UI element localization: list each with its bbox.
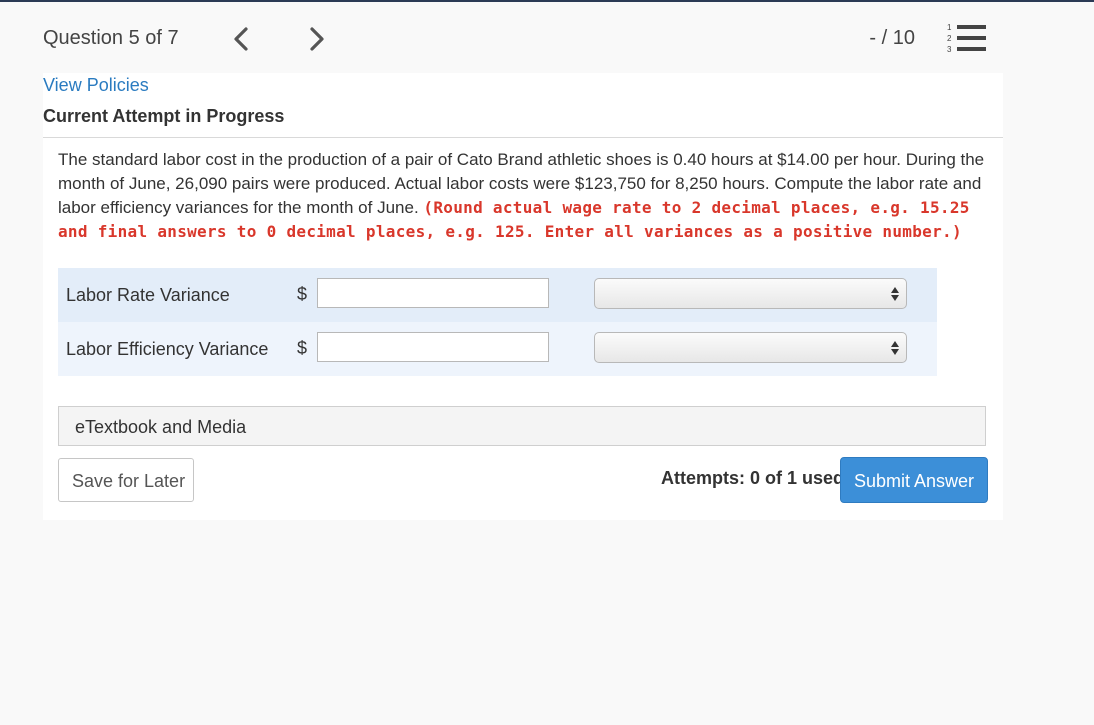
labor-rate-variance-input[interactable] bbox=[317, 278, 549, 308]
next-question-button[interactable] bbox=[305, 24, 329, 54]
updown-arrows-icon bbox=[891, 287, 899, 301]
labor-rate-variance-select[interactable] bbox=[594, 278, 907, 309]
etextbook-media-label: eTextbook and Media bbox=[75, 417, 247, 437]
labor-rate-variance-label: Labor Rate Variance bbox=[66, 285, 230, 305]
view-policies-link[interactable]: View Policies bbox=[43, 75, 149, 96]
previous-question-button[interactable] bbox=[229, 24, 253, 54]
question-counter: Question 5 of 7 bbox=[43, 27, 179, 49]
top-accent-line bbox=[0, 0, 1094, 2]
labor-rate-variance-row: Labor Rate Variance $ bbox=[58, 268, 937, 322]
chevron-right-icon bbox=[310, 27, 324, 51]
attempt-status-title: Current Attempt in Progress bbox=[43, 106, 285, 126]
problem-statement: The standard labor cost in the productio… bbox=[58, 148, 993, 244]
list-digit-2: 2 bbox=[947, 34, 952, 43]
list-digit-1: 1 bbox=[947, 23, 952, 32]
save-for-later-label: Save for Later bbox=[72, 471, 186, 491]
currency-symbol: $ bbox=[297, 338, 308, 358]
question-list-button[interactable]: 1 2 3 bbox=[945, 22, 987, 54]
labor-efficiency-variance-select[interactable] bbox=[594, 332, 907, 363]
question-card: View Policies Current Attempt in Progres… bbox=[43, 73, 1003, 520]
labor-efficiency-variance-row: Labor Efficiency Variance $ bbox=[58, 322, 937, 376]
currency-symbol: $ bbox=[297, 284, 308, 304]
etextbook-media-toggle[interactable]: eTextbook and Media bbox=[58, 406, 986, 446]
updown-arrows-icon bbox=[891, 341, 899, 355]
attempts-counter: Attempts: 0 of 1 used bbox=[661, 468, 845, 488]
save-for-later-button[interactable]: Save for Later bbox=[58, 458, 194, 502]
numbered-list-icon: 1 2 3 bbox=[947, 23, 986, 54]
question-score: - / 10 bbox=[869, 27, 915, 49]
labor-efficiency-variance-input[interactable] bbox=[317, 332, 549, 362]
question-header: Question 5 of 7 - / 10 1 2 3 bbox=[43, 22, 988, 56]
list-digit-3: 3 bbox=[947, 45, 952, 54]
labor-efficiency-variance-label: Labor Efficiency Variance bbox=[66, 339, 269, 359]
divider bbox=[43, 137, 1003, 138]
submit-answer-label: Submit Answer bbox=[854, 471, 975, 491]
chevron-left-icon bbox=[234, 27, 248, 51]
submit-answer-button[interactable]: Submit Answer bbox=[840, 457, 988, 503]
